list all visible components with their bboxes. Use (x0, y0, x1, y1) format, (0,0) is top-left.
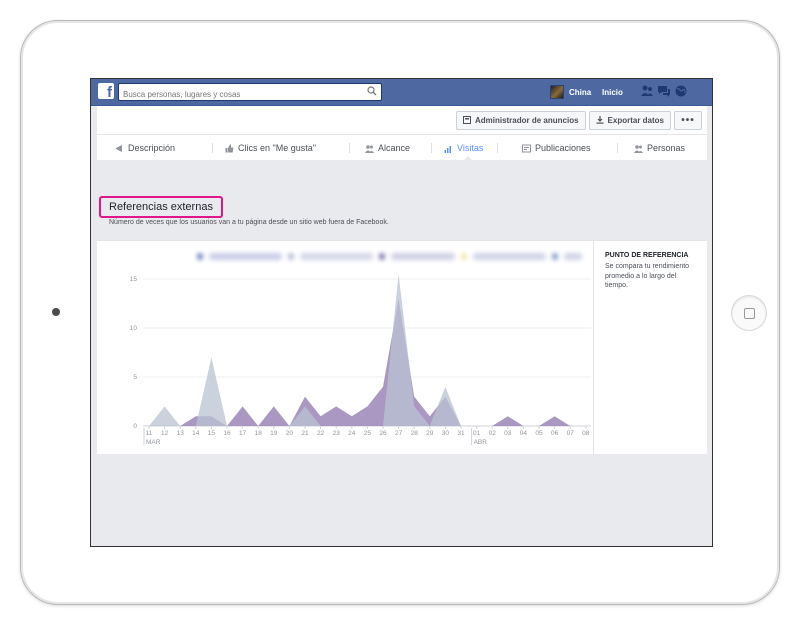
friend-requests-icon[interactable] (640, 84, 654, 98)
tab-label: Clics en "Me gusta" (238, 143, 316, 153)
thumbs-up-icon (225, 144, 234, 152)
tab-likes[interactable]: Clics en "Me gusta" (225, 135, 316, 161)
x-tick-label: 23 (333, 430, 341, 437)
month-label: ABR (474, 439, 488, 446)
ads-manager-label: Administrador de anuncios (474, 115, 579, 125)
y-tick-label: 5 (133, 374, 137, 381)
tab-reach[interactable]: Alcance (365, 135, 410, 161)
home-link[interactable]: Inicio (602, 88, 623, 97)
x-tick-label: 18 (255, 430, 263, 437)
x-tick-label: 05 (535, 430, 543, 437)
tab-posts[interactable]: Publicaciones (522, 135, 591, 161)
tab-label: Alcance (378, 143, 411, 153)
x-tick-label: 26 (379, 430, 387, 437)
megaphone-icon (116, 144, 122, 152)
chart-card: 0 5 10 15 11 12 13 14 15 16 17 18 19 20 21 22 23 24 25 26 27… (97, 240, 707, 455)
section-subtitle: Número de veces que los usuarios van a t… (109, 219, 389, 226)
series-area (149, 274, 586, 426)
x-tick-label: 30 (442, 430, 450, 437)
ads-manager-button[interactable]: Administrador de anuncios (455, 110, 586, 130)
tab-divider (431, 143, 432, 153)
x-tick-label: 17 (239, 430, 247, 437)
benchmark-text: Se compara tu rendimiento promedio a lo … (605, 263, 690, 289)
x-tick-label: 20 (286, 430, 294, 437)
camera-icon (52, 308, 60, 316)
tab-label: Descripción (128, 143, 176, 153)
y-tick-label: 15 (130, 276, 138, 283)
x-tick-label: 21 (301, 430, 309, 437)
tab-people[interactable]: Personas (634, 135, 685, 161)
tab-divider (349, 143, 350, 153)
y-tick-label: 10 (130, 325, 138, 332)
messages-icon[interactable] (657, 84, 671, 98)
insights-header: Administrador de anuncios Exportar datos… (97, 106, 707, 160)
month-label: MAR (146, 439, 161, 446)
home-button[interactable] (731, 295, 767, 331)
x-tick-label: 07 (567, 430, 575, 437)
home-square-icon (744, 308, 755, 319)
x-tick-label: 08 (582, 430, 590, 437)
search-box[interactable] (118, 83, 382, 103)
x-tick-label: 13 (177, 430, 185, 437)
x-tick-label: 01 (473, 430, 481, 437)
x-tick-label: 22 (317, 430, 325, 437)
facebook-topbar: f China Inicio (91, 79, 712, 106)
ads-manager-icon (462, 116, 471, 124)
tab-label: Visitas (457, 143, 484, 153)
x-tick-label: 06 (551, 430, 559, 437)
x-tick-label: 27 (395, 430, 403, 437)
x-tick-label: 19 (270, 430, 278, 437)
x-tick-label: 24 (348, 430, 356, 437)
tab-label: Publicaciones (535, 143, 591, 153)
people-icon (634, 144, 643, 153)
tab-divider (212, 143, 213, 153)
topbar-icons (640, 84, 688, 98)
export-data-label: Exportar datos (607, 115, 664, 125)
screen: f China Inicio (90, 78, 713, 547)
section-title: Referencias externas (99, 196, 223, 218)
tablet-frame: f China Inicio (20, 20, 780, 605)
x-tick-label: 12 (161, 430, 169, 437)
x-tick-label: 04 (520, 430, 528, 437)
x-tick-label: 02 (489, 430, 497, 437)
tab-divider (617, 143, 618, 153)
x-tick-label: 11 (146, 430, 153, 437)
export-data-button[interactable]: Exportar datos (588, 110, 671, 130)
benchmark-panel: PUNTO DE REFERENCIA Se compara tu rendim… (593, 241, 707, 455)
x-tick-label: 28 (411, 430, 419, 437)
x-tick-label: 14 (192, 430, 200, 437)
y-tick-label: 0 (133, 423, 137, 430)
profile-name: China (569, 87, 592, 97)
x-tick-label: 03 (504, 430, 512, 437)
x-tick-label: 16 (223, 430, 231, 437)
x-tick-label: 25 (364, 430, 372, 437)
visits-chart: 05101511 12 13 14 15 16 17 18 19 20 21 22 23 24 25 26 27… (130, 274, 591, 446)
download-icon (596, 116, 604, 124)
search-input[interactable] (119, 86, 359, 103)
x-tick-label: 31 (457, 430, 465, 437)
tab-label: Personas (647, 143, 686, 153)
people-icon (365, 144, 374, 153)
x-tick-label: 29 (426, 430, 434, 437)
more-options-button[interactable]: ••• (674, 110, 702, 130)
notifications-globe-icon[interactable] (674, 84, 688, 98)
x-tick-label: 15 (208, 430, 216, 437)
profile-link[interactable]: China (550, 84, 591, 100)
action-bar: Administrador de anuncios Exportar datos… (97, 106, 707, 134)
avatar (550, 85, 564, 99)
facebook-logo-icon[interactable]: f (98, 83, 114, 101)
tab-description[interactable]: Descripción (115, 135, 175, 161)
search-icon[interactable] (367, 86, 377, 96)
benchmark-title: PUNTO DE REFERENCIA (605, 252, 689, 259)
posts-icon (522, 144, 531, 152)
tab-divider (497, 143, 498, 153)
insights-tabs: Descripción Clics en "Me gusta" Alcance … (97, 134, 707, 160)
bar-chart-icon (444, 145, 451, 153)
active-tab-indicator (464, 156, 472, 160)
